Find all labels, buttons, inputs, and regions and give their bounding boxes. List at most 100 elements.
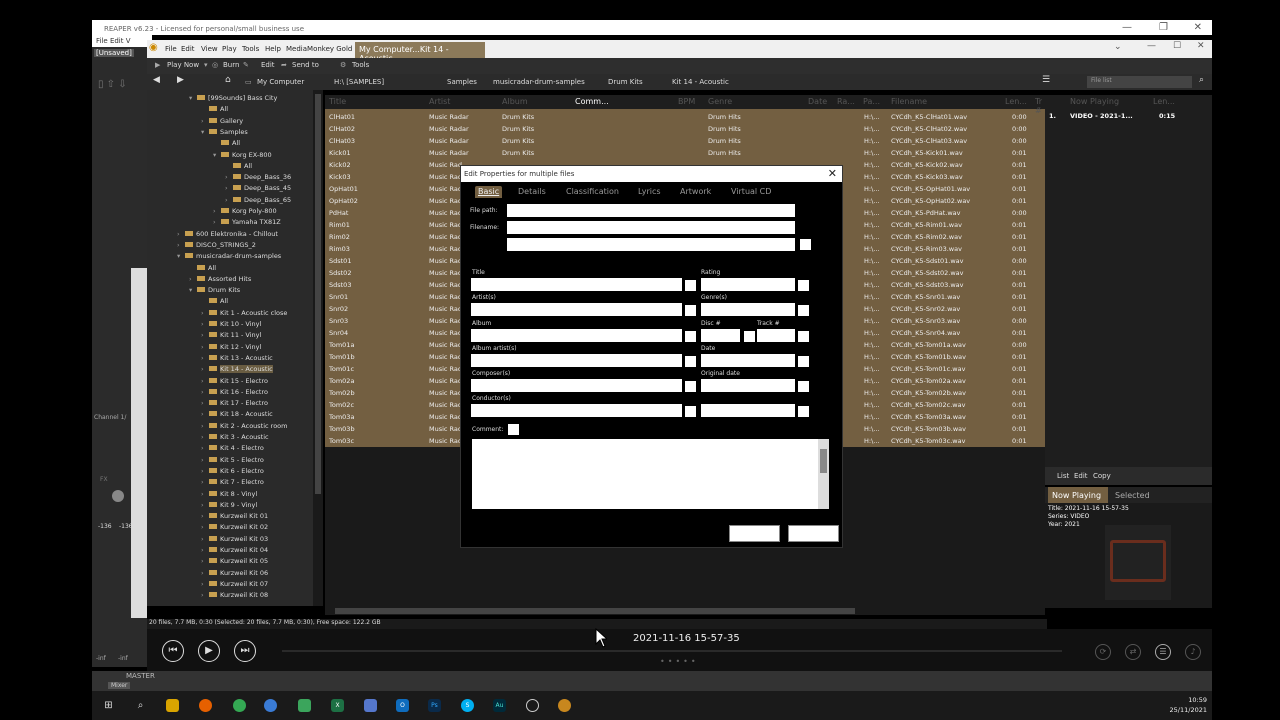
tree-item[interactable]: › Kit 1 - Acoustic close — [201, 309, 287, 320]
chevron-right-icon[interactable]: › — [225, 196, 233, 204]
chevron-right-icon[interactable]: › — [201, 490, 209, 498]
tree-item[interactable]: All — [189, 264, 216, 275]
np-column-length[interactable]: Len... — [1153, 97, 1175, 106]
menu-file[interactable]: File — [165, 45, 177, 53]
volume-icon[interactable]: ♪ — [1185, 644, 1201, 660]
tab-selected[interactable]: Selected — [1115, 491, 1150, 500]
chevron-down-icon[interactable]: ▾ — [213, 151, 221, 159]
track-checkbox[interactable] — [798, 331, 809, 342]
tree-item[interactable]: ▾ Samples — [201, 128, 248, 139]
composers-checkbox[interactable] — [685, 381, 696, 392]
chevron-right-icon[interactable]: › — [213, 218, 221, 226]
edit-button[interactable]: Edit — [261, 61, 275, 69]
rating-checkbox[interactable] — [798, 280, 809, 291]
tree-item[interactable]: › Kit 3 - Acoustic — [201, 433, 269, 444]
tree-item[interactable]: › Kit 17 - Electro — [201, 399, 268, 410]
conductors-field[interactable] — [471, 404, 682, 417]
date-checkbox[interactable] — [798, 356, 809, 367]
tree-item[interactable]: › Kit 10 - Vinyl — [201, 320, 261, 331]
reaper-menu[interactable]: File Edit V — [92, 35, 152, 47]
audition-icon[interactable]: Au — [493, 699, 506, 712]
tree-item[interactable]: › Kit 14 - Acoustic — [201, 365, 273, 376]
tree-item[interactable]: All — [201, 105, 228, 116]
extra-checkbox[interactable] — [798, 406, 809, 417]
chevron-right-icon[interactable]: › — [201, 591, 209, 599]
chevron-right-icon[interactable]: › — [189, 275, 197, 283]
windows-start-icon[interactable]: ⊞ — [102, 699, 115, 712]
tree-item[interactable]: › Deep_Bass_36 — [225, 173, 291, 184]
chevron-right-icon[interactable]: › — [177, 241, 185, 249]
chevron-right-icon[interactable]: › — [201, 309, 209, 317]
filename-extra-field[interactable] — [507, 238, 795, 251]
tab-details[interactable]: Details — [518, 187, 546, 196]
chevron-right-icon[interactable]: › — [201, 512, 209, 520]
tree-item[interactable]: › Kit 9 - Vinyl — [201, 501, 257, 512]
tree-item[interactable]: › Kit 11 - Vinyl — [201, 331, 261, 342]
play-now-button[interactable]: Play Now — [167, 61, 199, 69]
chevron-right-icon[interactable]: › — [201, 467, 209, 475]
column-header[interactable]: Title — [329, 97, 346, 106]
tree-item[interactable]: › Kurzweil Kit 07 — [201, 580, 268, 591]
tree-item[interactable]: › Kurzweil Kit 01 — [201, 512, 268, 523]
chevron-right-icon[interactable]: › — [201, 377, 209, 385]
tree-item[interactable]: › Kit 4 - Electro — [201, 444, 264, 455]
chevron-right-icon[interactable]: › — [201, 354, 209, 362]
copy-button[interactable]: Copy — [1093, 472, 1111, 480]
tree-item[interactable]: › Kit 2 - Acoustic room — [201, 422, 288, 433]
tree-item[interactable]: › DISCO_STRINGS_2 — [177, 241, 256, 252]
tree-item[interactable]: › Kit 8 - Vinyl — [201, 490, 257, 501]
reaper-icon[interactable] — [526, 699, 539, 712]
column-header[interactable]: Filename — [891, 97, 927, 106]
tree-item[interactable]: ▾ Drum Kits — [189, 286, 240, 297]
now-playing-item[interactable]: 1. VIDEO - 2021-1... 0:15 — [1045, 112, 1212, 122]
chevron-right-icon[interactable]: › — [201, 501, 209, 509]
minimize-icon[interactable]: — — [1122, 22, 1132, 33]
close-icon[interactable]: ✕ — [1194, 22, 1202, 33]
breadcrumb-drum-kits[interactable]: Drum Kits — [608, 78, 643, 86]
table-row[interactable]: ClHat03 Music Radar Drum Kits Drum Hits H:\.… — [325, 135, 1045, 147]
tree-item[interactable]: › Gallery — [201, 117, 243, 128]
tree-item[interactable]: All — [213, 139, 240, 150]
chevron-right-icon[interactable]: › — [201, 580, 209, 588]
album-artists-checkbox[interactable] — [685, 356, 696, 367]
tree-item[interactable]: › Kit 13 - Acoustic — [201, 354, 273, 365]
menu-tools[interactable]: Tools — [242, 45, 259, 53]
filename-checkbox[interactable] — [800, 239, 811, 250]
column-header[interactable]: BPM — [678, 97, 695, 106]
album-checkbox[interactable] — [685, 331, 696, 342]
tree-item[interactable]: › Kit 6 - Electro — [201, 467, 264, 478]
file-path-field[interactable] — [507, 204, 795, 217]
chevron-right-icon[interactable]: › — [201, 399, 209, 407]
album-field[interactable] — [471, 329, 682, 342]
chevron-right-icon[interactable]: › — [201, 546, 209, 554]
disc-checkbox[interactable] — [744, 331, 755, 342]
breadcrumb-musicradar[interactable]: musicradar-drum-samples — [493, 78, 585, 86]
mediamonkey-icon[interactable] — [558, 699, 571, 712]
edit-button[interactable]: Edit — [1074, 472, 1088, 480]
column-header[interactable]: Tr # — [1035, 97, 1045, 115]
disc-field[interactable] — [701, 329, 740, 342]
tree-item[interactable]: › Kurzweil Kit 08 — [201, 591, 268, 602]
tree-item[interactable]: All — [225, 162, 252, 173]
breadcrumb-drive[interactable]: H:\ [SAMPLES] — [334, 78, 384, 86]
tree-item[interactable]: › Deep_Bass_45 — [225, 184, 291, 195]
chevron-down-icon[interactable]: ▾ — [189, 94, 197, 102]
chevron-right-icon[interactable]: › — [201, 433, 209, 441]
tree-scrollbar[interactable] — [313, 90, 323, 606]
file-list-search-input[interactable]: File list — [1087, 76, 1192, 88]
genres-checkbox[interactable] — [798, 305, 809, 316]
chevron-right-icon[interactable]: › — [201, 331, 209, 339]
extra-field[interactable] — [701, 404, 795, 417]
playlist-icon[interactable]: ☰ — [1155, 644, 1171, 660]
maximize-icon[interactable]: ❐ — [1159, 22, 1168, 33]
chevron-right-icon[interactable]: › — [225, 184, 233, 192]
forward-icon[interactable]: ▶ — [177, 75, 184, 85]
tree-item[interactable]: › Deep_Bass_65 — [225, 196, 291, 207]
tab-now-playing[interactable]: Now Playing — [1048, 487, 1108, 503]
cancel-button[interactable] — [788, 525, 839, 542]
filename-field[interactable] — [507, 221, 795, 234]
skype-icon[interactable]: S — [461, 699, 474, 712]
chevron-right-icon[interactable]: › — [201, 569, 209, 577]
rating-field[interactable] — [701, 278, 795, 291]
tree-item[interactable]: › Kit 7 - Electro — [201, 478, 264, 489]
